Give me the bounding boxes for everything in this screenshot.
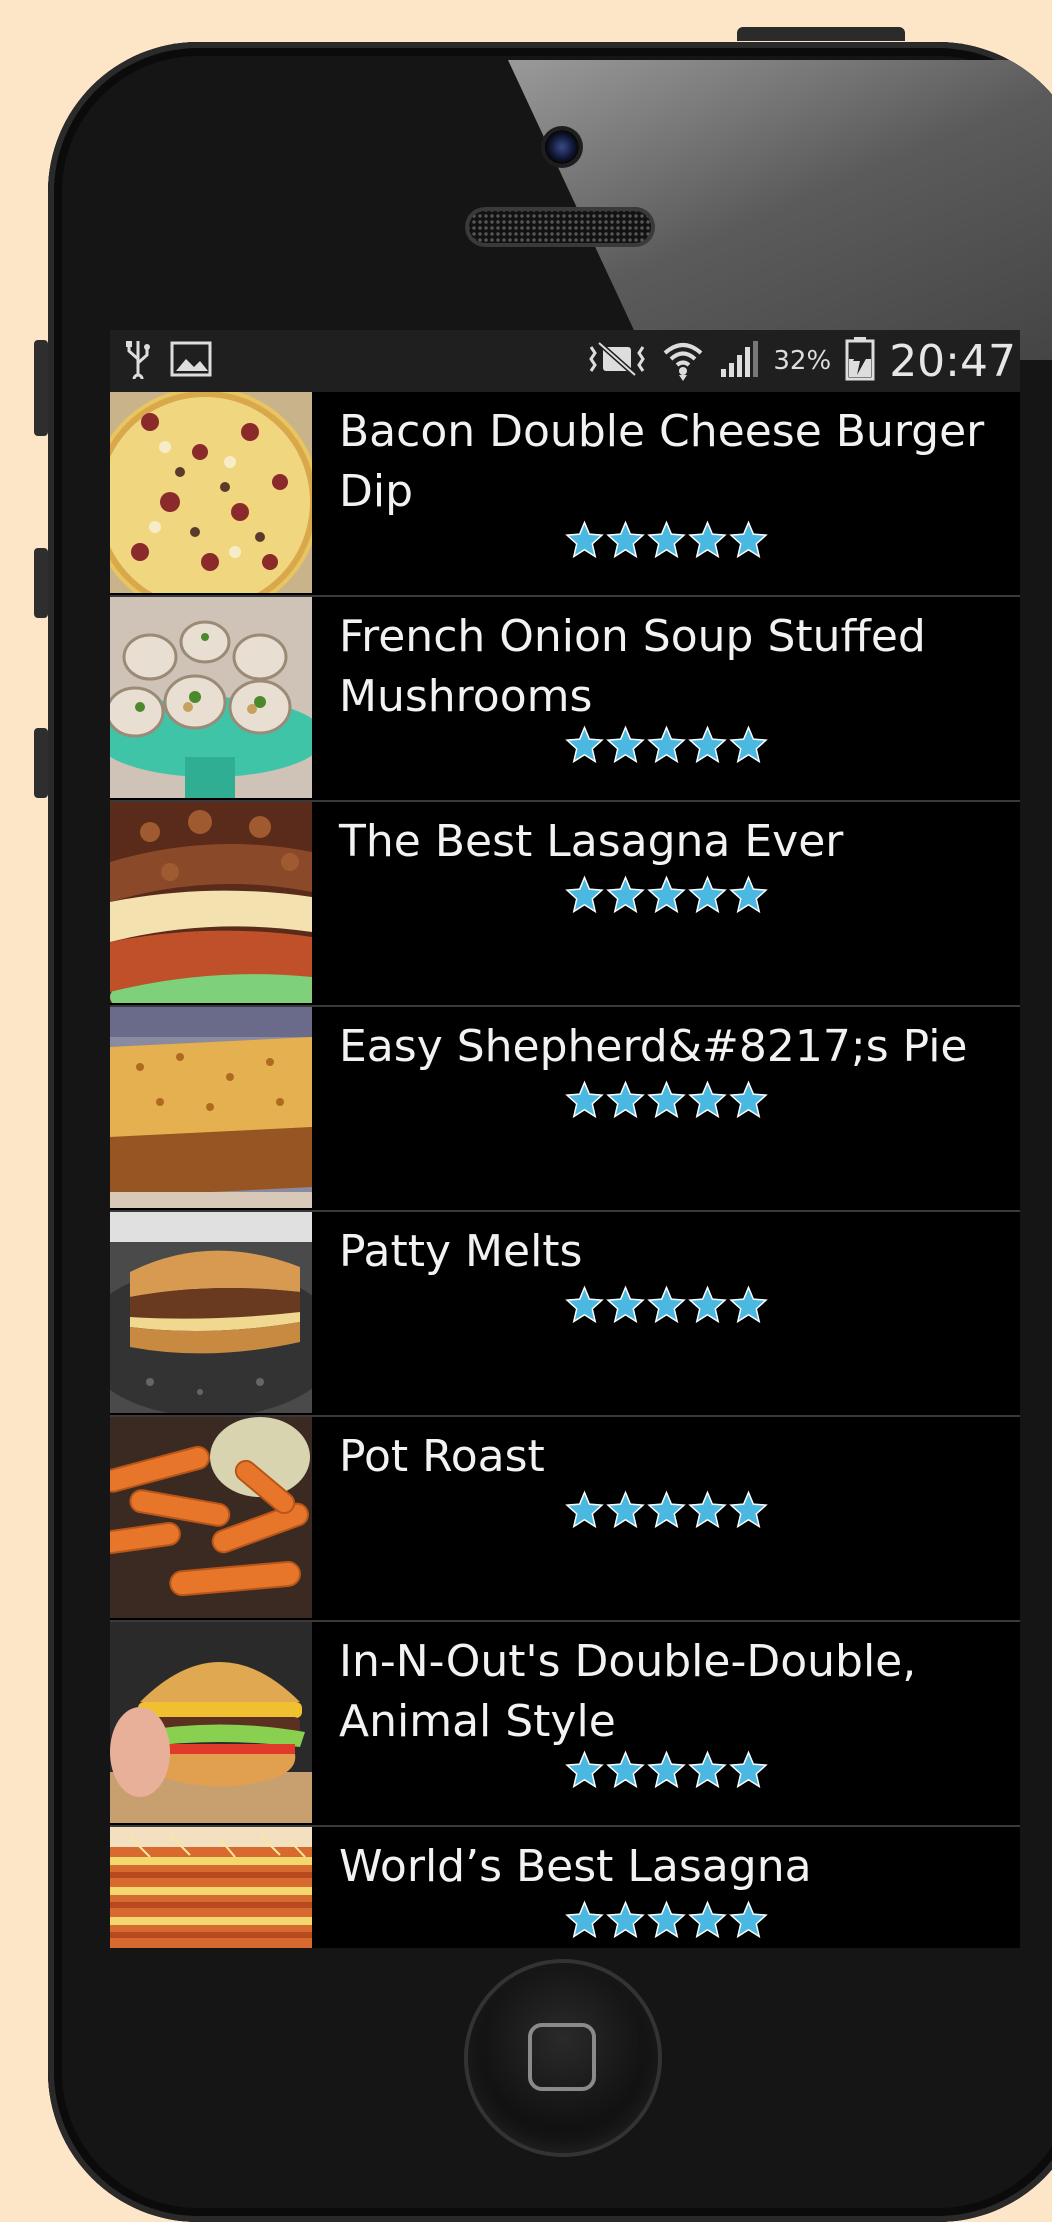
rating-stars: [565, 1900, 768, 1938]
recipe-thumbnail: [110, 597, 312, 798]
star-icon: [565, 725, 604, 763]
star-icon: [688, 1285, 727, 1323]
recipe-list[interactable]: Bacon Double Cheese Burger Dip French On…: [110, 392, 1020, 1948]
rating-stars: [565, 1080, 768, 1118]
star-icon: [606, 1285, 645, 1323]
recipe-title[interactable]: World’s Best Lasagna: [339, 1837, 1019, 1897]
image-icon: [170, 341, 212, 381]
earpiece-speaker: [465, 207, 655, 247]
star-icon: [729, 1080, 768, 1118]
recipe-title[interactable]: French Onion Soup Stuffed Mushrooms: [339, 607, 1019, 727]
front-camera: [545, 130, 579, 164]
star-icon: [565, 1285, 604, 1323]
star-icon: [688, 1490, 727, 1528]
recipe-title[interactable]: The Best Lasagna Ever: [339, 812, 1019, 872]
volume-down-button: [34, 728, 48, 798]
star-icon: [606, 875, 645, 913]
star-icon: [688, 725, 727, 763]
home-square-icon: [528, 2023, 596, 2091]
recipe-title[interactable]: Pot Roast: [339, 1427, 1019, 1487]
star-icon: [688, 1900, 727, 1938]
list-item[interactable]: Patty Melts: [110, 1212, 1020, 1417]
recipe-thumbnail: [110, 1007, 312, 1208]
volume-up-button: [34, 548, 48, 618]
list-item[interactable]: French Onion Soup Stuffed Mushrooms: [110, 597, 1020, 802]
star-icon: [729, 520, 768, 558]
star-icon: [688, 875, 727, 913]
recipe-thumbnail: [110, 392, 312, 593]
star-icon: [729, 1750, 768, 1788]
star-icon: [606, 725, 645, 763]
rating-stars: [565, 875, 768, 913]
star-icon: [565, 1080, 604, 1118]
star-icon: [565, 875, 604, 913]
rating-stars: [565, 1285, 768, 1323]
battery-percent: 32%: [773, 346, 832, 376]
star-icon: [606, 1750, 645, 1788]
star-icon: [565, 1490, 604, 1528]
list-item[interactable]: World’s Best Lasagna: [110, 1827, 1020, 1948]
rating-stars: [565, 1490, 768, 1528]
home-button[interactable]: [468, 1963, 658, 2153]
recipe-title[interactable]: Easy Shepherd&#8217;s Pie: [339, 1017, 1019, 1077]
star-icon: [606, 520, 645, 558]
wifi-icon: [661, 337, 705, 385]
rating-stars: [565, 725, 768, 763]
list-item[interactable]: In-N-Out's Double-Double, Animal Style: [110, 1622, 1020, 1827]
recipe-thumbnail: [110, 1622, 312, 1823]
star-icon: [606, 1900, 645, 1938]
star-icon: [647, 875, 686, 913]
star-icon: [647, 1750, 686, 1788]
recipe-thumbnail: [110, 802, 312, 1003]
recipe-title[interactable]: Bacon Double Cheese Burger Dip: [339, 402, 1019, 522]
mute-switch: [34, 340, 48, 436]
star-icon: [647, 725, 686, 763]
usb-icon: [124, 339, 152, 385]
star-icon: [647, 1900, 686, 1938]
signal-icon: [719, 339, 759, 383]
power-button: [737, 27, 905, 41]
star-icon: [729, 1285, 768, 1323]
recipe-thumbnail: [110, 1417, 312, 1618]
star-icon: [647, 1285, 686, 1323]
phone-screen: 32% 20:47 Bacon Double Cheese Burger Dip: [110, 330, 1020, 1948]
star-icon: [565, 1750, 604, 1788]
list-item[interactable]: The Best Lasagna Ever: [110, 802, 1020, 1007]
list-item[interactable]: Easy Shepherd&#8217;s Pie: [110, 1007, 1020, 1212]
star-icon: [565, 520, 604, 558]
list-item[interactable]: Pot Roast: [110, 1417, 1020, 1622]
vibrate-icon: [587, 339, 647, 383]
recipe-title[interactable]: In-N-Out's Double-Double, Animal Style: [339, 1632, 1019, 1752]
star-icon: [688, 520, 727, 558]
rating-stars: [565, 520, 768, 558]
battery-charging-icon: [845, 337, 875, 385]
star-icon: [688, 1080, 727, 1118]
star-icon: [729, 725, 768, 763]
star-icon: [606, 1080, 645, 1118]
star-icon: [729, 875, 768, 913]
list-item[interactable]: Bacon Double Cheese Burger Dip: [110, 392, 1020, 597]
recipe-thumbnail: [110, 1212, 312, 1413]
star-icon: [647, 1490, 686, 1528]
recipe-title[interactable]: Patty Melts: [339, 1222, 1019, 1282]
star-icon: [565, 1900, 604, 1938]
star-icon: [647, 1080, 686, 1118]
recipe-thumbnail: [110, 1827, 312, 1948]
rating-stars: [565, 1750, 768, 1788]
star-icon: [647, 520, 686, 558]
star-icon: [729, 1490, 768, 1528]
star-icon: [606, 1490, 645, 1528]
star-icon: [688, 1750, 727, 1788]
status-clock: 20:47: [889, 335, 1016, 387]
status-bar: 32% 20:47: [110, 330, 1020, 392]
star-icon: [729, 1900, 768, 1938]
